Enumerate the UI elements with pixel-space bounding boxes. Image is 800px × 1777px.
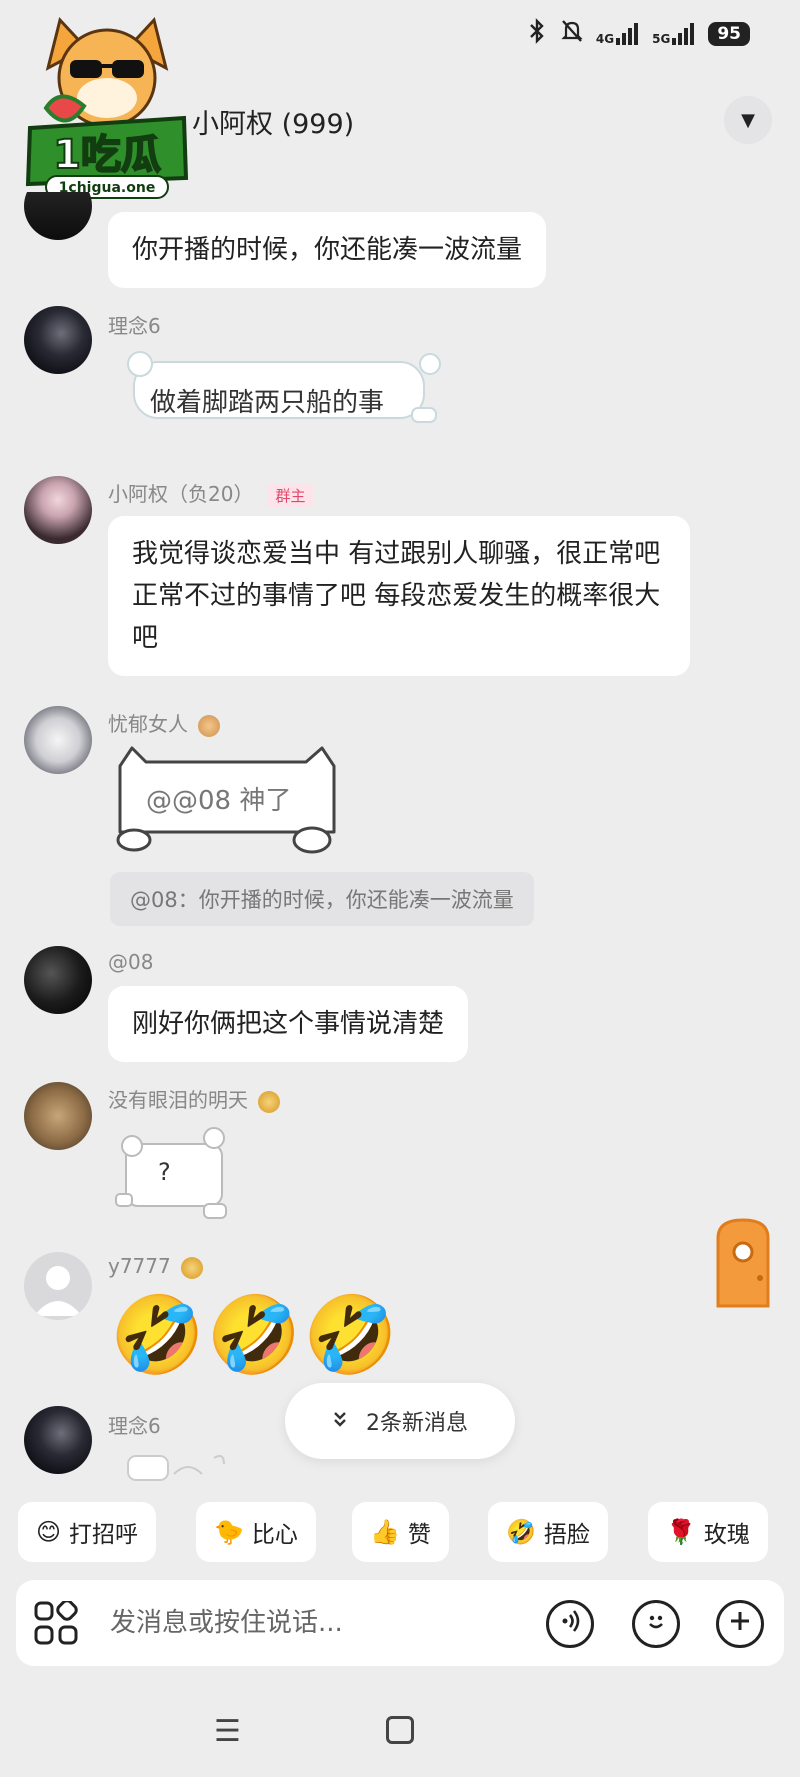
level-badge-icon	[258, 1090, 280, 1113]
new-messages-button[interactable]: 2条新消息	[285, 1383, 515, 1459]
avatar[interactable]	[24, 476, 92, 544]
sender-name: 理念6	[108, 1414, 161, 1438]
laugh-cry-icon: 🤣	[506, 1518, 536, 1546]
message-bubble[interactable]: 我觉得谈恋爱当中 有过跟别人聊骚，很正常吧 正常不过的事情了吧 每段恋爱发生的概…	[108, 516, 690, 676]
message-input-bar	[16, 1580, 784, 1666]
sender-name-text: 小阿权（负20）	[108, 482, 254, 506]
level-badge-icon	[180, 1256, 203, 1279]
sender-name: @08	[108, 950, 154, 974]
default-avatar-icon	[34, 1266, 82, 1316]
sender-name: 理念6	[108, 314, 161, 338]
quick-reply-rose[interactable]: 🌹 玫瑰	[648, 1502, 768, 1562]
emoji-message[interactable]: 🤣🤣🤣	[110, 1290, 400, 1380]
quick-reply-label: 玫瑰	[703, 1522, 750, 1548]
chat-title[interactable]: 小阿权 (999)	[192, 102, 354, 141]
voice-icon	[557, 1608, 583, 1641]
quick-reply-facepalm[interactable]: 🤣 捂脸	[488, 1502, 608, 1562]
plus-icon	[727, 1608, 753, 1641]
sticker-text: ?	[158, 1158, 171, 1186]
sticker-message[interactable]	[110, 1124, 238, 1226]
message-bubble[interactable]: 你开播的时候，你还能凑一波流量	[108, 212, 547, 288]
quick-reply-bar: 😊 打招呼 🐤 比心 👍 赞 🤣 捂脸 🌹 玫瑰	[18, 1502, 800, 1562]
avatar[interactable]	[24, 306, 92, 374]
menu-icon[interactable]: ☰	[214, 1714, 241, 1749]
quick-reply-label: 捂脸	[543, 1522, 590, 1548]
home-icon[interactable]	[386, 1716, 414, 1744]
quick-reply-heart[interactable]: 🐤 比心	[196, 1502, 316, 1562]
quick-reply-label: 比心	[251, 1522, 298, 1548]
chat-header: 小阿权 (999) ▼	[0, 96, 800, 144]
battery-indicator: 95	[708, 22, 750, 46]
signal-icon-2: 5G	[652, 23, 696, 45]
chick-icon: 🐤	[214, 1518, 244, 1546]
floating-door-widget[interactable]	[712, 1216, 774, 1308]
apps-grid-icon[interactable]	[34, 1599, 78, 1645]
smile-icon: 😊	[36, 1518, 62, 1546]
avatar[interactable]	[24, 1252, 92, 1320]
emoji-icon	[642, 1607, 670, 1642]
rose-icon: 🌹	[666, 1518, 696, 1546]
avatar[interactable]	[24, 1082, 92, 1150]
message-input[interactable]	[110, 1598, 530, 1648]
sender-name: 小阿权（负20） 群主	[108, 478, 314, 508]
sender-name: 没有眼泪的明天	[108, 1084, 280, 1113]
network-type-2: 5G	[652, 32, 671, 46]
sticker-text: 做着脚踏两只船的事	[150, 388, 385, 418]
quick-reply-like[interactable]: 👍 赞	[352, 1502, 449, 1562]
mute-icon	[560, 18, 584, 50]
sender-name: 忧郁女人	[108, 708, 220, 737]
emoji-button[interactable]	[632, 1600, 680, 1648]
network-type-1: 4G	[595, 32, 615, 46]
quick-reply-greet[interactable]: 😊 打招呼	[18, 1502, 157, 1562]
voice-button[interactable]	[546, 1600, 594, 1648]
level-badge-icon	[198, 714, 220, 737]
quick-reply-label: 赞	[407, 1522, 431, 1548]
bluetooth-icon	[526, 18, 548, 50]
plus-button[interactable]	[716, 1600, 764, 1648]
quoted-message[interactable]: @08：你开播的时候，你还能凑一波流量	[110, 872, 534, 926]
sticker-text: @@08 神了	[146, 786, 292, 816]
sender-name-text: 忧郁女人	[108, 712, 188, 736]
sender-name-text: y7777	[108, 1254, 171, 1278]
dropdown-icon: ▼	[741, 109, 755, 131]
avatar[interactable]	[24, 946, 92, 1014]
signal-icon: 4G	[596, 23, 640, 45]
message-bubble[interactable]: 刚好你俩把这个事情说清楚	[108, 986, 469, 1062]
dropdown-button[interactable]: ▼	[724, 96, 772, 144]
role-badge: 群主	[267, 483, 314, 508]
new-messages-label: 2条新消息	[366, 1411, 468, 1436]
double-chevron-icon	[332, 1409, 348, 1434]
thumbs-up-icon: 👍	[370, 1518, 400, 1546]
sender-name-text: 没有眼泪的明天	[108, 1088, 248, 1112]
quick-reply-label: 打招呼	[69, 1522, 139, 1548]
status-icons: 4G 5G 95	[526, 18, 750, 50]
sticker-message[interactable]	[124, 1448, 234, 1486]
avatar[interactable]	[24, 706, 92, 774]
system-nav-bar: ☰	[0, 1700, 800, 1760]
sender-name: y7777	[108, 1254, 203, 1279]
avatar[interactable]	[24, 1406, 92, 1474]
